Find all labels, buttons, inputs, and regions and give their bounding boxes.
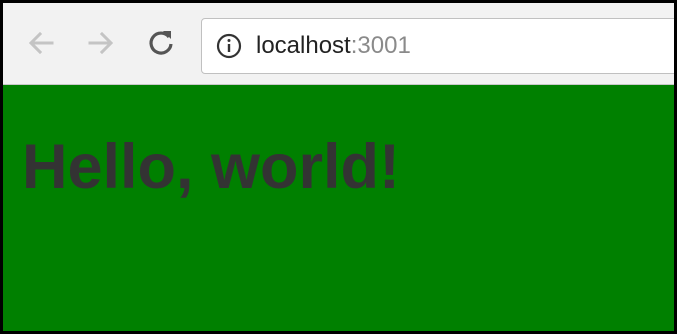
- back-arrow-icon: [28, 31, 54, 55]
- reload-icon: [149, 31, 173, 55]
- browser-toolbar: localhost:3001: [3, 3, 674, 85]
- info-icon[interactable]: [216, 33, 242, 59]
- back-button[interactable]: [21, 23, 61, 63]
- url-text: localhost:3001: [256, 31, 411, 61]
- forward-arrow-icon: [88, 31, 114, 55]
- page-content: Hello, world!: [3, 85, 674, 331]
- url-port: :3001: [350, 32, 411, 59]
- browser-window: localhost:3001 Hello, world!: [0, 0, 677, 334]
- address-bar[interactable]: localhost:3001: [201, 18, 674, 74]
- page-heading: Hello, world!: [22, 132, 400, 202]
- forward-button[interactable]: [81, 23, 121, 63]
- reload-button[interactable]: [141, 23, 181, 63]
- url-host: localhost: [256, 32, 351, 59]
